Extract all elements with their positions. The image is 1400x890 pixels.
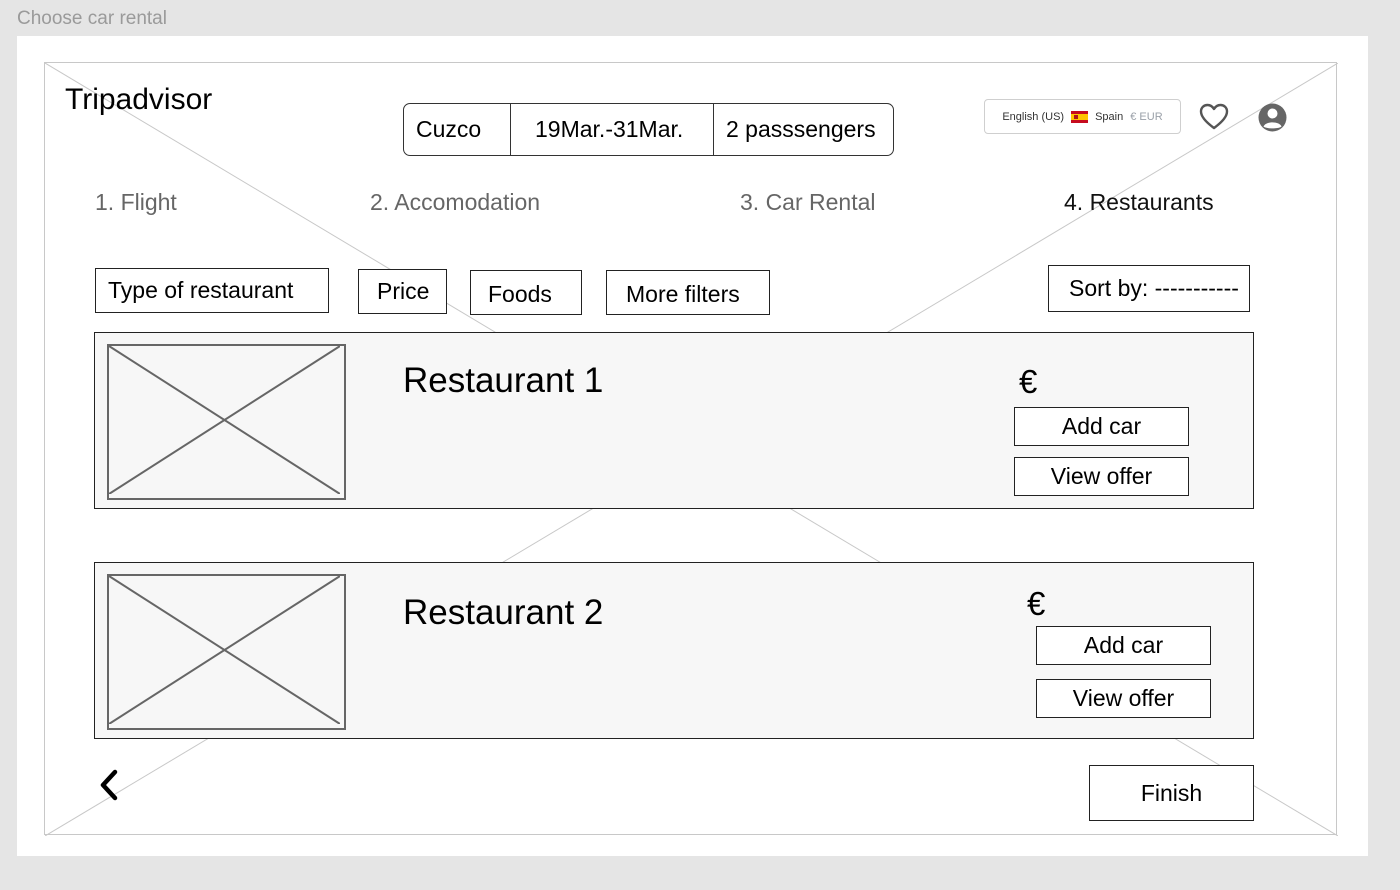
language-label: English (US) (1002, 110, 1065, 123)
locale-selector[interactable]: English (US) Spain € EUR (984, 99, 1181, 134)
currency-label: € EUR (1130, 110, 1163, 123)
chevron-left-icon[interactable] (95, 766, 125, 804)
image-placeholder (107, 344, 346, 500)
filter-more-filters[interactable]: More filters (606, 270, 770, 315)
country-label: Spain (1095, 110, 1124, 123)
finish-button[interactable]: Finish (1089, 765, 1254, 821)
sort-by-dropdown[interactable]: Sort by: ----------- (1048, 265, 1250, 312)
step-flight[interactable]: 1. Flight (95, 189, 177, 216)
heart-icon[interactable] (1198, 101, 1230, 133)
price-label: € (1019, 363, 1038, 400)
restaurant-card[interactable]: Restaurant 1 € Add car View offer (94, 332, 1254, 509)
restaurant-name[interactable]: Restaurant 2 (403, 593, 603, 633)
image-placeholder (107, 574, 346, 730)
filter-foods[interactable]: Foods (470, 270, 582, 315)
user-icon[interactable] (1257, 102, 1288, 133)
trip-passengers[interactable]: 2 passsengers (713, 104, 893, 155)
restaurant-name[interactable]: Restaurant 1 (403, 361, 603, 401)
restaurant-card[interactable]: Restaurant 2 € Add car View offer (94, 562, 1254, 739)
add-car-button[interactable]: Add car (1014, 407, 1189, 446)
step-car-rental[interactable]: 3. Car Rental (740, 189, 876, 216)
frame-label: Choose car rental (17, 8, 167, 29)
filter-type-of-restaurant[interactable]: Type of restaurant (95, 268, 329, 313)
add-car-button[interactable]: Add car (1036, 626, 1211, 665)
filter-price[interactable]: Price (358, 269, 447, 314)
brand-logo[interactable]: Tripadvisor (65, 83, 212, 117)
spain-flag-icon (1071, 110, 1089, 123)
trip-city[interactable]: Cuzco (404, 104, 510, 155)
view-offer-button[interactable]: View offer (1014, 457, 1189, 496)
price-label: € (1027, 585, 1046, 622)
step-accommodation[interactable]: 2. Accomodation (370, 189, 540, 216)
trip-dates[interactable]: 19Mar.-31Mar. (510, 104, 713, 155)
step-restaurants[interactable]: 4. Restaurants (1064, 189, 1214, 216)
trip-summary-bar[interactable]: Cuzco 19Mar.-31Mar. 2 passsengers (403, 103, 894, 156)
view-offer-button[interactable]: View offer (1036, 679, 1211, 718)
